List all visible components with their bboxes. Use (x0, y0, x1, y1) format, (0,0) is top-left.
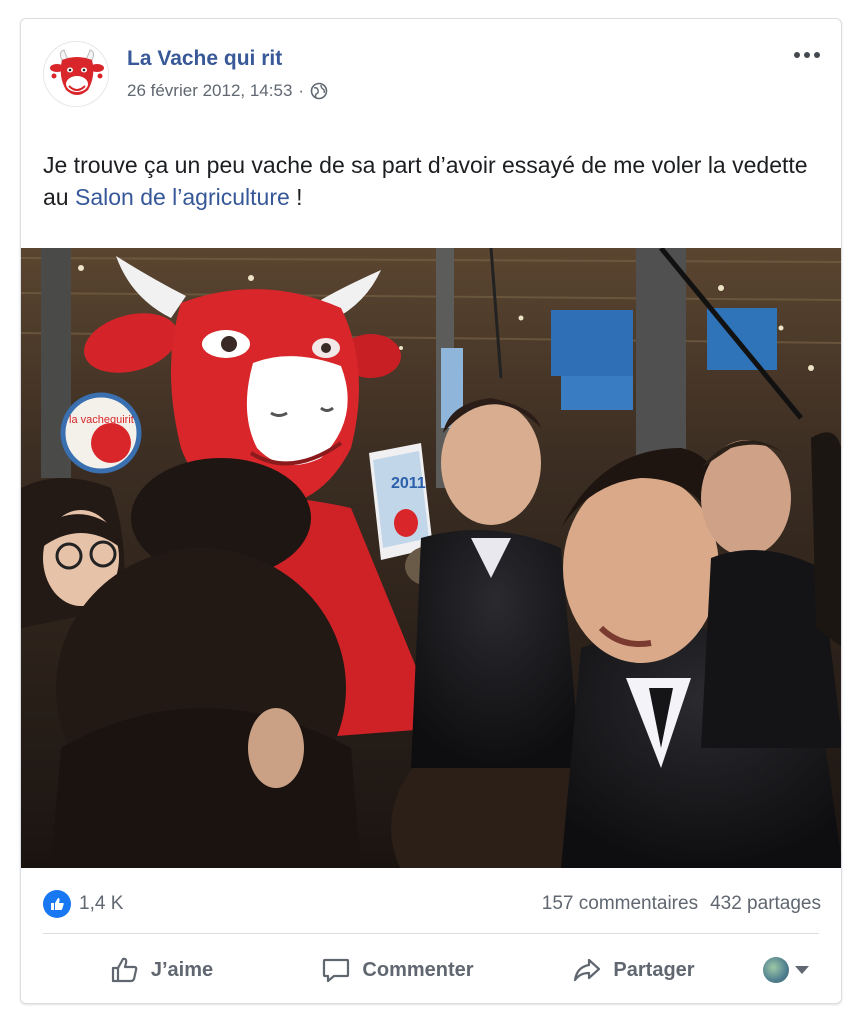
chevron-down-icon (795, 966, 809, 974)
post-timestamp[interactable]: 26 février 2012, 14:53 (127, 81, 292, 101)
reactions-summary[interactable]: 1,4 K (43, 890, 123, 918)
reactions-count: 1,4 K (79, 893, 124, 914)
post-card: La Vache qui rit 26 février 2012, 14:53 … (20, 18, 842, 1004)
comment-label: Commenter (362, 958, 474, 981)
share-arrow-icon (574, 958, 601, 982)
like-button[interactable]: J’aime (43, 939, 279, 1001)
page-avatar[interactable] (43, 41, 109, 107)
user-avatar (763, 957, 789, 983)
post-text-end: ! (289, 184, 303, 210)
post-photo[interactable]: la vachequirit 2011 (21, 248, 841, 868)
globe-icon[interactable] (310, 82, 328, 100)
thumbs-up-icon (111, 957, 138, 983)
share-label: Partager (613, 958, 695, 981)
reaction-identity-selector[interactable] (751, 957, 821, 983)
post-meta: 26 février 2012, 14:53 · (127, 81, 328, 101)
post-stats: 1,4 K 157 commentaires 432 partages (43, 889, 821, 919)
dot-icon (804, 52, 810, 58)
like-label: J’aime (150, 958, 214, 981)
comment-button[interactable]: Commenter (279, 939, 515, 1001)
shares-count-link[interactable]: 432 partages (710, 893, 821, 915)
dot-icon (814, 52, 820, 58)
badge-text: la vachequirit (69, 414, 134, 426)
book-text: 2011 (391, 475, 426, 492)
comment-icon (323, 958, 350, 983)
page-name-link[interactable]: La Vache qui rit (127, 47, 282, 71)
cow-logo-icon (44, 42, 108, 106)
divider (43, 933, 819, 934)
like-reaction-icon (43, 890, 71, 918)
hashtag-link[interactable]: Salon de l’agriculture (75, 184, 290, 210)
engagement-counts: 157 commentaires 432 partages (542, 893, 821, 915)
share-button[interactable]: Partager (515, 939, 751, 1001)
dot-icon (794, 52, 800, 58)
comments-count-link[interactable]: 157 commentaires (542, 893, 698, 915)
crowd-photo-illustration: la vachequirit 2011 (21, 248, 841, 868)
more-options-button[interactable] (789, 43, 825, 67)
post-text: Je trouve ça un peu vache de sa part d’a… (43, 149, 823, 213)
post-actions: J’aime Commenter Partager (43, 939, 821, 1001)
meta-separator: · (298, 81, 305, 100)
